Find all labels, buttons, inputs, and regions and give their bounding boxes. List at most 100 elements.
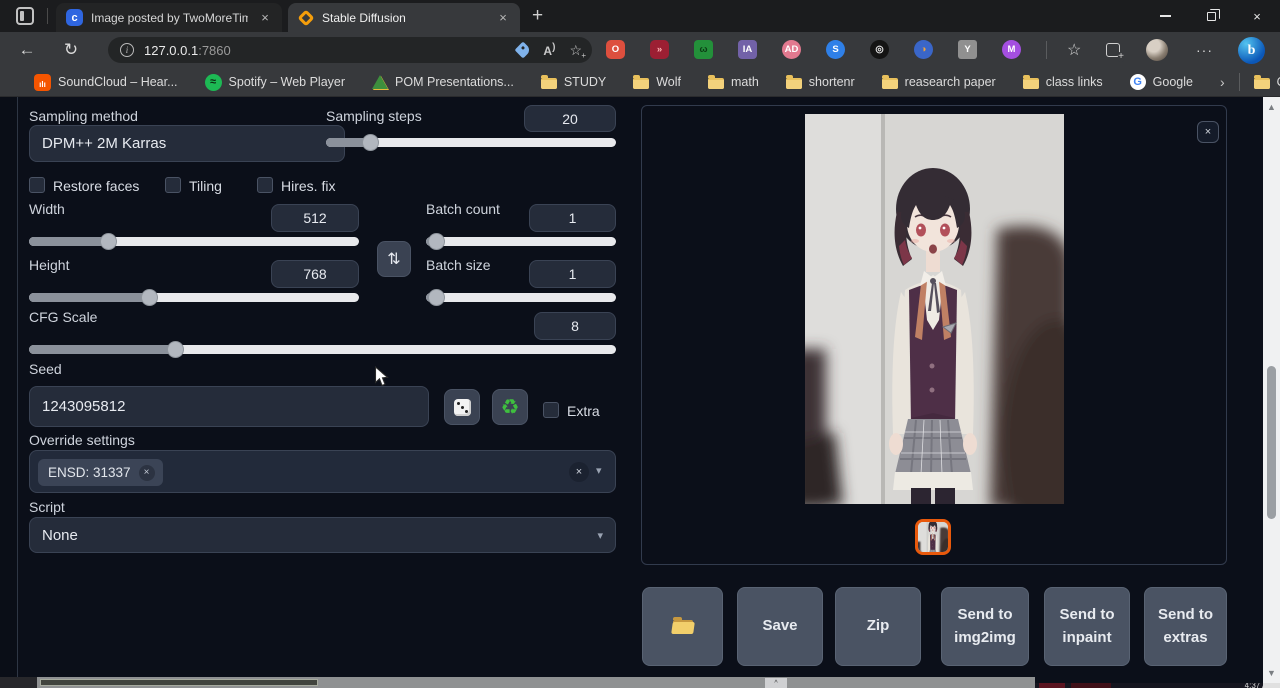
bookmark-spotify[interactable]: ≈Spotify – Web Player (205, 74, 346, 91)
height-slider[interactable] (29, 293, 359, 302)
tab-civitai[interactable]: c Image posted by TwoMoreTimes × (56, 3, 282, 32)
shopping-tag-icon[interactable] (515, 42, 532, 59)
override-settings-box[interactable]: ENSD: 31337 × × ▾ (29, 450, 616, 493)
bookmark-math[interactable]: math (708, 75, 759, 89)
ia-extension-icon[interactable]: IA (738, 40, 757, 59)
sampling-method-value: DPM++ 2M Karras (42, 135, 166, 152)
tab-stable-diffusion[interactable]: Stable Diffusion × (288, 3, 520, 32)
tab-close-icon[interactable]: × (256, 9, 274, 27)
back-button[interactable]: ← (14, 38, 40, 62)
batch-count-slider[interactable] (426, 237, 616, 246)
script-dropdown[interactable]: None ▾ (29, 517, 616, 553)
bookmark-label: math (731, 75, 759, 89)
override-chip[interactable]: ENSD: 31337 × (38, 459, 163, 486)
random-seed-button[interactable] (444, 389, 480, 425)
site-info-icon[interactable]: i (120, 43, 134, 57)
tiling-checkbox[interactable] (165, 177, 181, 193)
batch-count-input[interactable] (529, 204, 616, 232)
sampling-method-dropdown[interactable]: DPM++ 2M Karras ▾ (29, 125, 345, 162)
close-image-button[interactable]: × (1197, 121, 1219, 143)
width-input[interactable] (271, 204, 359, 232)
shazam-extension-icon[interactable]: S (826, 40, 845, 59)
monkey-extension-icon[interactable]: ω (694, 40, 713, 59)
seed-input[interactable] (29, 386, 429, 427)
bookmark-google[interactable]: GGoogle (1130, 74, 1193, 90)
gradio-favicon (298, 9, 315, 26)
chip-remove-icon[interactable]: × (139, 465, 155, 481)
close-window-button[interactable]: × (1234, 0, 1280, 32)
sampling-steps-slider[interactable] (326, 138, 616, 147)
o-extension-icon[interactable]: O (606, 40, 625, 59)
vertical-scrollbar[interactable]: ▲ ▼ (1263, 97, 1280, 683)
m-wave-extension-icon[interactable]: M (1002, 40, 1021, 59)
adblock-extension-icon[interactable]: AD (782, 40, 801, 59)
other-favorites[interactable]: Other favorites (1254, 75, 1280, 89)
favorites-hub-icon[interactable]: ☆ (1067, 40, 1081, 60)
vertical-scroll-thumb[interactable] (1267, 366, 1276, 519)
save-button[interactable]: Save (737, 587, 823, 666)
video-forward-extension-icon[interactable]: » (650, 40, 669, 59)
height-input[interactable] (271, 260, 359, 288)
bookmark-wolf[interactable]: Wolf (633, 75, 681, 89)
bing-chat-icon[interactable]: b (1238, 37, 1265, 64)
override-settings-label: Override settings (29, 432, 135, 448)
horizontal-scroll-thumb[interactable] (40, 679, 318, 686)
sampling-steps-input[interactable] (524, 105, 616, 132)
bookmarks-divider (1239, 73, 1240, 91)
collections-icon[interactable] (1106, 43, 1120, 57)
restore-button[interactable] (1188, 0, 1234, 32)
width-input-wrap (271, 204, 359, 232)
send-to-extras-button[interactable]: Send to extras (1144, 587, 1227, 666)
y-extension-icon[interactable]: Y (958, 40, 977, 59)
cfg-scale-input[interactable] (534, 312, 616, 340)
slider-knob[interactable] (141, 289, 158, 306)
slider-knob[interactable] (428, 289, 445, 306)
address-bar[interactable]: i 127.0.0.1 :7860 A) ☆+ (108, 37, 592, 63)
profile-avatar[interactable] (1146, 39, 1168, 61)
slider-knob[interactable] (167, 341, 184, 358)
batch-size-slider[interactable] (426, 293, 616, 302)
workspaces-icon[interactable] (16, 7, 34, 25)
slider-knob[interactable] (100, 233, 117, 250)
tab-close-icon[interactable]: × (494, 9, 512, 27)
clear-all-icon[interactable]: × (569, 462, 589, 482)
bookmark-class-links[interactable]: class links (1023, 75, 1103, 89)
bookmark-study[interactable]: STUDY (541, 75, 606, 89)
restore-faces-checkbox[interactable] (29, 177, 45, 193)
zip-button[interactable]: Zip (835, 587, 921, 666)
pin-extension-icon[interactable]: ◎ (870, 40, 889, 59)
slider-knob[interactable] (428, 233, 445, 250)
hires-fix-checkbox[interactable] (257, 177, 273, 193)
generated-image[interactable] (805, 114, 1064, 504)
cfg-scale-slider[interactable] (29, 345, 616, 354)
read-aloud-icon[interactable]: A) (543, 42, 555, 58)
bookmarks-overflow-chevron[interactable]: › (1220, 74, 1225, 90)
add-favorite-star-icon[interactable]: ☆+ (569, 42, 582, 59)
scroll-down-icon[interactable]: ▼ (1263, 668, 1280, 678)
bookmark-research-paper[interactable]: reasearch paper (882, 75, 996, 89)
globe-extension-icon[interactable]: ◑ (914, 40, 933, 59)
settings-menu-icon[interactable]: ··· (1196, 42, 1213, 58)
slider-knob[interactable] (362, 134, 379, 151)
bookmark-pom[interactable]: POM Presentations... (372, 75, 514, 89)
horizontal-scrollbar[interactable] (37, 677, 1035, 688)
swap-dimensions-button[interactable]: ⇅ (377, 241, 411, 277)
new-tab-button[interactable]: + (532, 5, 543, 27)
refresh-button[interactable]: ↻ (58, 38, 84, 62)
chevron-down-icon[interactable]: ▾ (596, 464, 602, 477)
send-to-img2img-button[interactable]: Send to img2img (941, 587, 1029, 666)
bookmark-shortenr[interactable]: shortenr (786, 75, 855, 89)
scroll-up-icon[interactable]: ▲ (1263, 102, 1280, 112)
send-to-inpaint-button[interactable]: Send to inpaint (1044, 587, 1130, 666)
bookmark-soundcloud[interactable]: ılıSoundCloud – Hear... (34, 74, 178, 91)
batch-size-input[interactable] (529, 260, 616, 288)
open-folder-button[interactable] (642, 587, 723, 666)
minimize-button[interactable] (1142, 0, 1188, 32)
gallery-thumbnail[interactable] (915, 519, 951, 555)
extra-checkbox[interactable] (543, 402, 559, 418)
drive-icon (372, 75, 388, 89)
reuse-seed-button[interactable]: ♻ (492, 389, 528, 425)
tray-chevron-icon[interactable]: ^ (765, 678, 787, 688)
google-icon: G (1130, 74, 1146, 90)
width-slider[interactable] (29, 237, 359, 246)
